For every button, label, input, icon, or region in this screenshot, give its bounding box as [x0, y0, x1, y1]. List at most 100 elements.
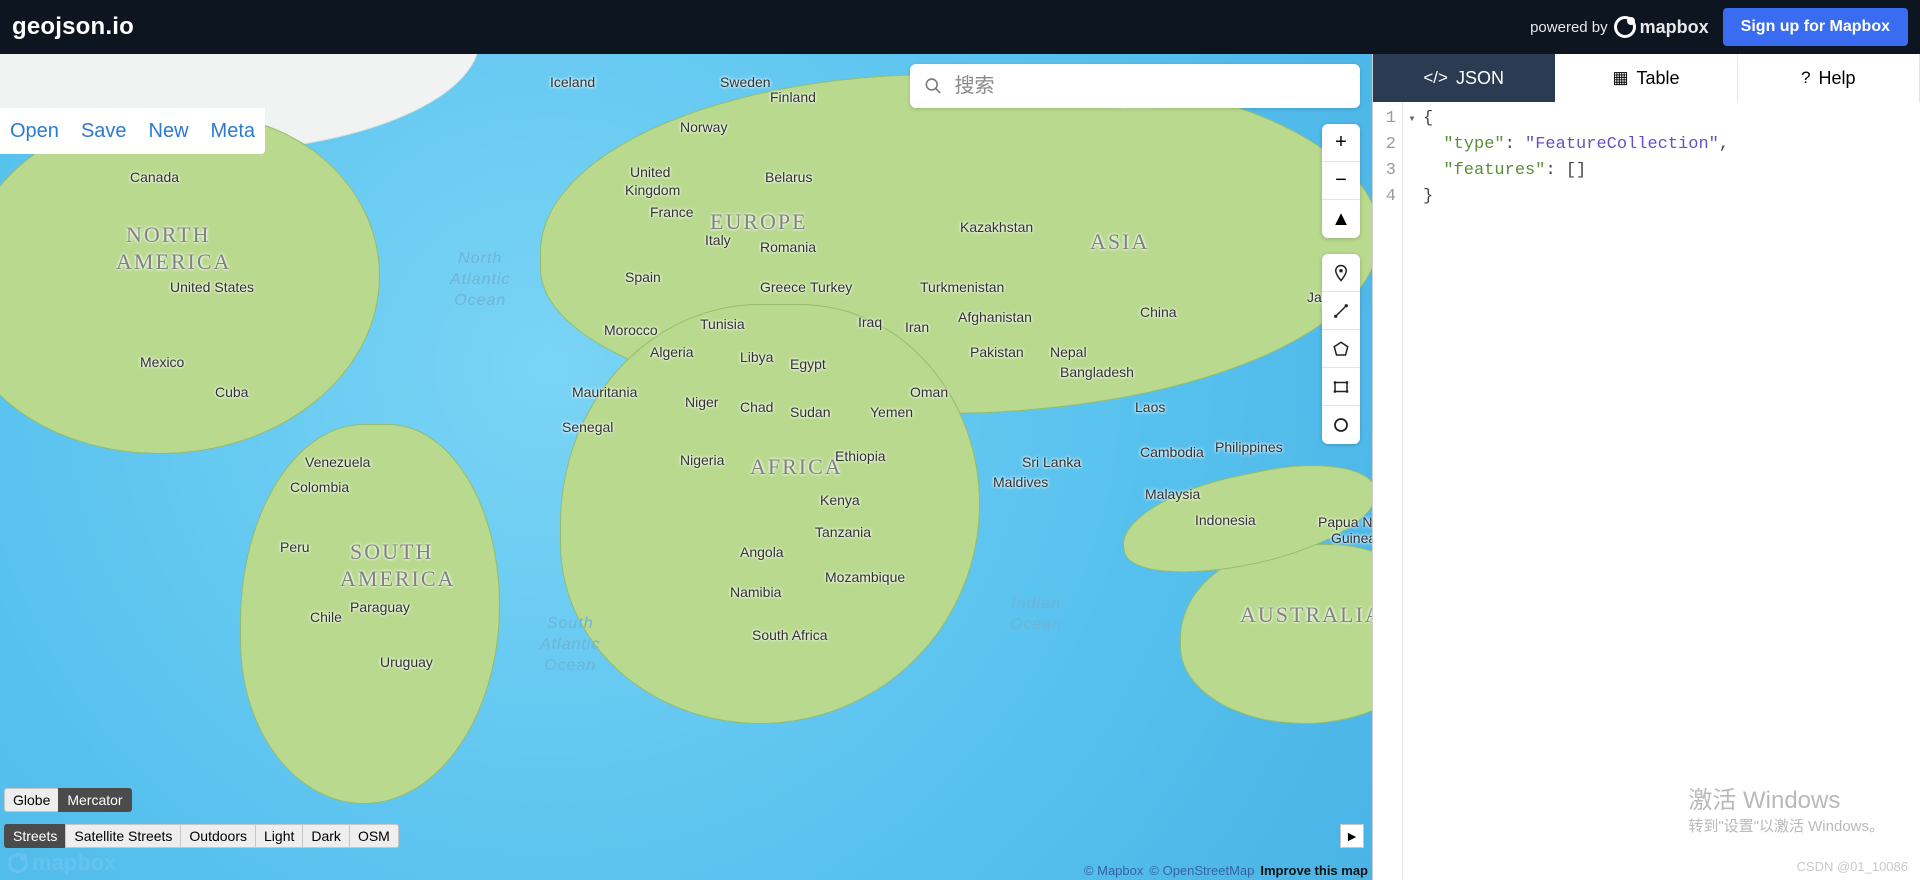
country-label: Angola	[740, 544, 784, 560]
country-label: Iran	[905, 319, 929, 335]
brand-logo: geojson.io	[12, 13, 134, 41]
attrib-osm[interactable]: © OpenStreetMap	[1149, 863, 1254, 878]
country-label: Iraq	[858, 314, 882, 330]
country-label: Paraguay	[350, 599, 410, 615]
country-label: China	[1140, 304, 1177, 320]
draw-rectangle-button[interactable]	[1322, 368, 1360, 406]
nav-controls: + − ▲	[1322, 124, 1360, 238]
zoom-in-button[interactable]: +	[1322, 124, 1360, 162]
basemap-outdoors[interactable]: Outdoors	[180, 824, 256, 848]
code-editor[interactable]: 1 2 3 4 ▾ { "type": "FeatureCollection",…	[1373, 102, 1920, 880]
country-label: Afghanistan	[958, 309, 1032, 325]
country-label: Libya	[740, 349, 773, 365]
draw-tools	[1322, 254, 1360, 444]
country-label: Belarus	[765, 169, 812, 185]
country-label: Sri Lanka	[1022, 454, 1081, 470]
continent-label: ASIA	[1090, 229, 1149, 255]
country-label: Kenya	[820, 492, 860, 508]
continent-label: AMERICA	[116, 249, 231, 275]
projection-globe[interactable]: Globe	[4, 788, 59, 812]
draw-line-button[interactable]	[1322, 292, 1360, 330]
file-menu-bar: Open Save New Meta	[0, 108, 265, 154]
menu-save[interactable]: Save	[81, 120, 127, 143]
tab-json[interactable]: </> JSON	[1373, 54, 1555, 102]
mapbox-icon	[8, 853, 28, 873]
country-label: Oman	[910, 384, 948, 400]
search-box[interactable]	[910, 64, 1360, 108]
country-label: Mauritania	[572, 384, 637, 400]
country-label: United	[630, 164, 670, 180]
country-label: Pakistan	[970, 344, 1024, 360]
projection-mercator[interactable]: Mercator	[58, 788, 131, 812]
country-label: Chile	[310, 609, 342, 625]
country-label: Indonesia	[1195, 512, 1256, 528]
expand-arrow-button[interactable]: ►	[1340, 824, 1364, 848]
country-label: Finland	[770, 89, 816, 105]
attribution-bar: © Mapbox © OpenStreetMap Improve this ma…	[1084, 863, 1368, 878]
continent-label: NORTH	[126, 222, 210, 248]
menu-open[interactable]: Open	[10, 120, 59, 143]
country-label: Peru	[280, 539, 310, 555]
compass-button[interactable]: ▲	[1322, 200, 1360, 238]
editor-panel: </> JSON ▦ Table ? Help 1 2 3 4 ▾ { "t	[1372, 54, 1920, 880]
ocean-label: SouthAtlanticOcean	[540, 614, 600, 676]
country-label: Nepal	[1050, 344, 1087, 360]
country-label: Yemen	[870, 404, 913, 420]
basemap-satellite-streets[interactable]: Satellite Streets	[65, 824, 181, 848]
country-label: Ethiopia	[835, 448, 886, 464]
continent-label: AFRICA	[750, 454, 843, 480]
basemap-osm[interactable]: OSM	[349, 824, 399, 848]
panel-tabs: </> JSON ▦ Table ? Help	[1373, 54, 1920, 102]
country-label: Bangladesh	[1060, 364, 1134, 380]
basemap-dark[interactable]: Dark	[302, 824, 350, 848]
country-label: Niger	[685, 394, 718, 410]
country-label: Mexico	[140, 354, 184, 370]
continent-label: SOUTH	[350, 539, 433, 565]
country-label: Maldives	[993, 474, 1048, 490]
country-label: Italy	[705, 232, 731, 248]
country-label: Cambodia	[1140, 444, 1204, 460]
map-canvas[interactable]: NORTHAMERICAEUROPEASIAAFRICASOUTHAMERICA…	[0, 54, 1372, 880]
country-label: Tanzania	[815, 524, 871, 540]
tab-help[interactable]: ? Help	[1738, 54, 1920, 102]
tab-table[interactable]: ▦ Table	[1555, 54, 1737, 102]
code-icon: </>	[1423, 68, 1448, 88]
country-label: Guinea	[1331, 530, 1372, 546]
zoom-out-button[interactable]: −	[1322, 162, 1360, 200]
country-label: Colombia	[290, 479, 349, 495]
country-label: Canada	[130, 169, 179, 185]
attrib-improve[interactable]: Improve this map	[1260, 863, 1368, 878]
draw-polygon-button[interactable]	[1322, 330, 1360, 368]
country-label: Sweden	[720, 74, 771, 90]
mapbox-logo-top: mapbox	[1614, 16, 1709, 38]
search-icon	[924, 76, 943, 96]
continent-label: AMERICA	[340, 566, 455, 592]
country-label: Malaysia	[1145, 486, 1200, 502]
attrib-mapbox[interactable]: © Mapbox	[1084, 863, 1143, 878]
country-label: France	[650, 204, 694, 220]
editor-gutter: 1 2 3 4	[1373, 102, 1403, 880]
top-right-group: powered by mapbox Sign up for Mapbox	[1530, 8, 1908, 46]
draw-marker-button[interactable]	[1322, 254, 1360, 292]
basemap-streets[interactable]: Streets	[4, 824, 66, 848]
search-input[interactable]	[955, 75, 1346, 98]
mapbox-logo-bottom: mapbox	[8, 850, 116, 876]
country-label: Laos	[1135, 399, 1165, 415]
signup-button[interactable]: Sign up for Mapbox	[1723, 8, 1908, 46]
basemap-toggle: StreetsSatellite StreetsOutdoorsLightDar…	[4, 824, 399, 848]
country-label: Chad	[740, 399, 773, 415]
country-label: Philippines	[1215, 439, 1283, 455]
draw-circle-button[interactable]	[1322, 406, 1360, 444]
menu-meta[interactable]: Meta	[211, 120, 255, 143]
ocean-label: IndianOcean	[1010, 594, 1062, 636]
table-icon: ▦	[1612, 68, 1628, 88]
windows-activation-overlay: 激活 Windows 转到"设置"以激活 Windows。	[1688, 780, 1884, 836]
mapbox-icon	[1614, 16, 1636, 38]
country-label: Papua N…	[1318, 514, 1372, 530]
menu-new[interactable]: New	[149, 120, 189, 143]
country-label: Tunisia	[700, 316, 745, 332]
country-label: Cuba	[215, 384, 248, 400]
country-label: Egypt	[790, 356, 826, 372]
help-icon: ?	[1801, 68, 1810, 88]
basemap-light[interactable]: Light	[255, 824, 303, 848]
